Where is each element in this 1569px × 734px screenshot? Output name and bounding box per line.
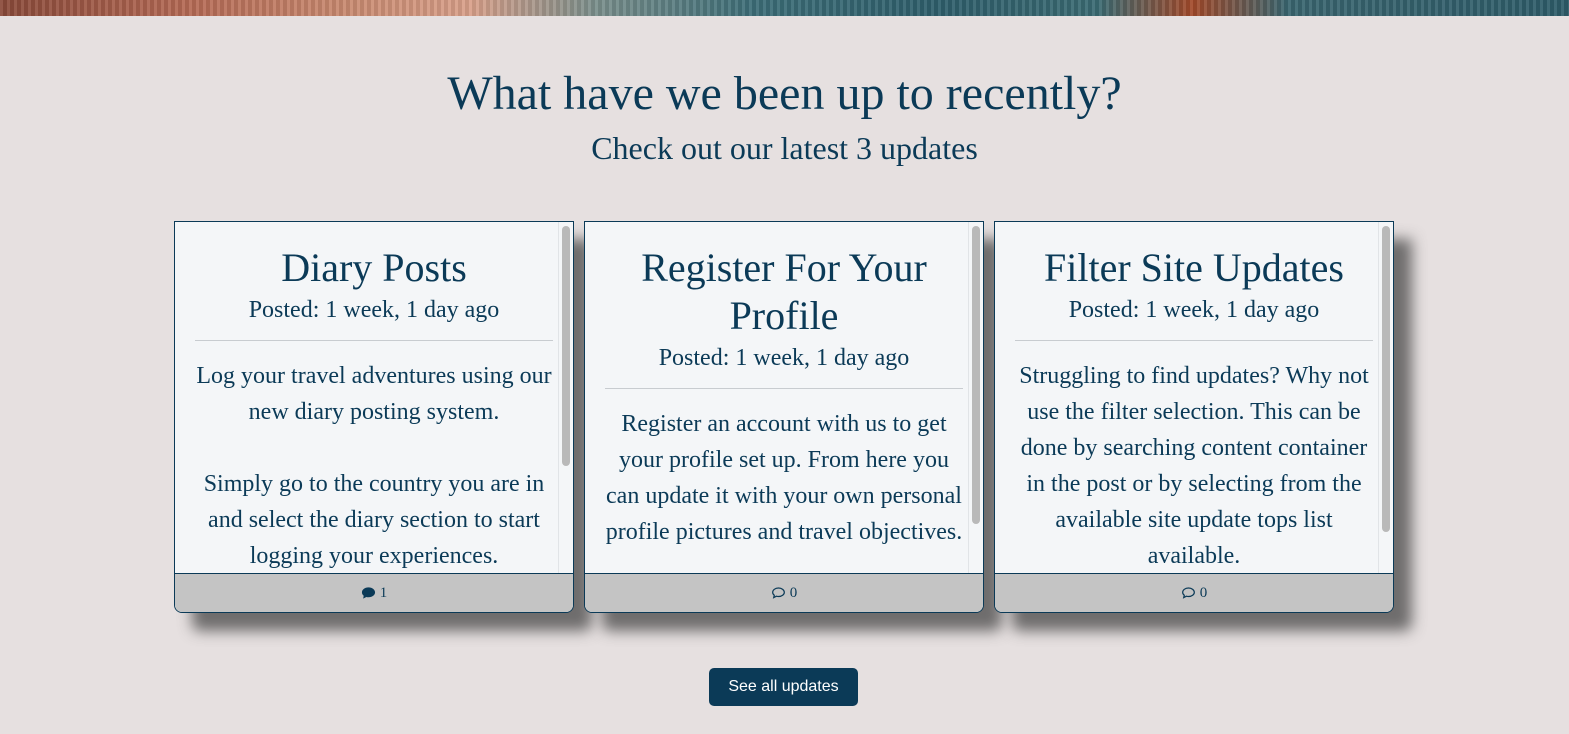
see-all-updates-button[interactable]: See all updates bbox=[709, 668, 858, 706]
scrollbar-thumb[interactable] bbox=[562, 226, 570, 466]
card-footer: 0 bbox=[995, 573, 1393, 612]
comment-filled-icon[interactable] bbox=[361, 586, 376, 600]
scrollbar-thumb[interactable] bbox=[972, 226, 980, 524]
card-body[interactable]: Diary Posts Posted: 1 week, 1 day ago Lo… bbox=[175, 222, 573, 573]
card-paragraph: Simply go to the country you are in and … bbox=[203, 471, 545, 569]
card-divider bbox=[195, 340, 553, 341]
card-posted-date: Posted: 1 week, 1 day ago bbox=[1068, 297, 1320, 323]
card-body[interactable]: Register For Your Profile Posted: 1 week… bbox=[585, 222, 983, 573]
card-posted-date: Posted: 1 week, 1 day ago bbox=[248, 297, 500, 323]
card-footer: 1 bbox=[175, 573, 573, 612]
update-card-diary-posts: Diary Posts Posted: 1 week, 1 day ago Lo… bbox=[174, 221, 574, 613]
card-body[interactable]: Filter Site Updates Posted: 1 week, 1 da… bbox=[995, 222, 1393, 573]
section-subtitle: Check out our latest 3 updates bbox=[591, 130, 978, 166]
card-text: Log your travel adventures using our new… bbox=[195, 358, 553, 573]
card-footer: 0 bbox=[585, 573, 983, 612]
comment-outline-icon[interactable] bbox=[1181, 586, 1196, 600]
card-paragraph: Log your travel adventures using our new… bbox=[196, 363, 552, 425]
comment-count: 0 bbox=[1199, 584, 1208, 601]
card-scrollbar[interactable] bbox=[1378, 222, 1393, 573]
comment-outline-icon[interactable] bbox=[771, 586, 786, 600]
comment-count: 0 bbox=[789, 584, 798, 601]
card-title: Register For Your Profile bbox=[641, 245, 927, 338]
scrollbar-thumb[interactable] bbox=[1382, 226, 1390, 532]
comment-count: 1 bbox=[379, 584, 388, 601]
card-text: Struggling to find updates? Why not use … bbox=[1015, 358, 1373, 573]
card-title: Diary Posts bbox=[281, 245, 467, 290]
section-title: What have we been up to recently? bbox=[447, 67, 1122, 120]
card-scrollbar[interactable] bbox=[968, 222, 983, 573]
card-divider bbox=[605, 388, 963, 389]
card-scrollbar[interactable] bbox=[558, 222, 573, 573]
hero-image-strip bbox=[0, 0, 1569, 16]
card-paragraph: Struggling to find updates? Why not use … bbox=[1019, 363, 1369, 569]
update-card-register-profile: Register For Your Profile Posted: 1 week… bbox=[584, 221, 984, 613]
update-card-filter-updates: Filter Site Updates Posted: 1 week, 1 da… bbox=[994, 221, 1394, 613]
card-posted-date: Posted: 1 week, 1 day ago bbox=[658, 345, 910, 371]
card-divider bbox=[1015, 340, 1373, 341]
card-title: Filter Site Updates bbox=[1044, 245, 1344, 290]
card-paragraph: Register an account with us to get your … bbox=[605, 411, 963, 545]
card-text: Register an account with us to get your … bbox=[605, 406, 963, 550]
